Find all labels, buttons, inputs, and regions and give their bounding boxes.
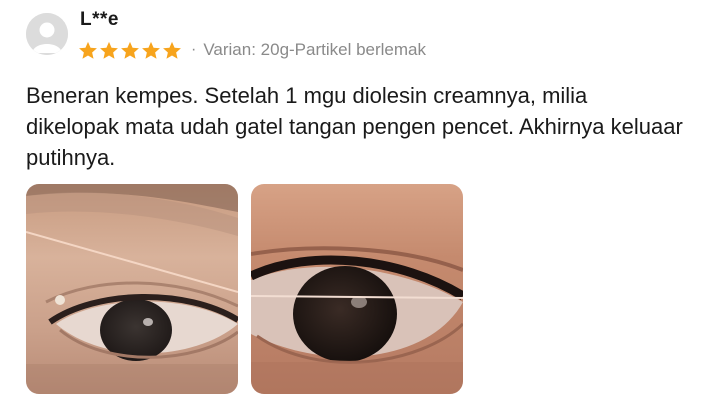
star-icon [120,41,140,60]
star-rating [78,41,182,60]
star-icon [78,41,98,60]
default-user-avatar-icon [26,13,68,55]
user-avatar[interactable] [26,13,68,55]
variant-label: Varian: 20g-Partikel berlemak [203,40,427,59]
star-icon [99,41,119,60]
reviewer-name: L**e [80,9,119,30]
star-icon [162,41,182,60]
review-photo-1[interactable] [26,184,238,394]
review-photo-2[interactable] [251,184,463,394]
rating-row: · Varian: 20g-Partikel berlemak [78,38,426,62]
review-text: Beneran kempes. Setelah 1 mgu diolesin c… [26,83,683,170]
separator-dot: · [191,41,197,58]
star-icon [141,41,161,60]
